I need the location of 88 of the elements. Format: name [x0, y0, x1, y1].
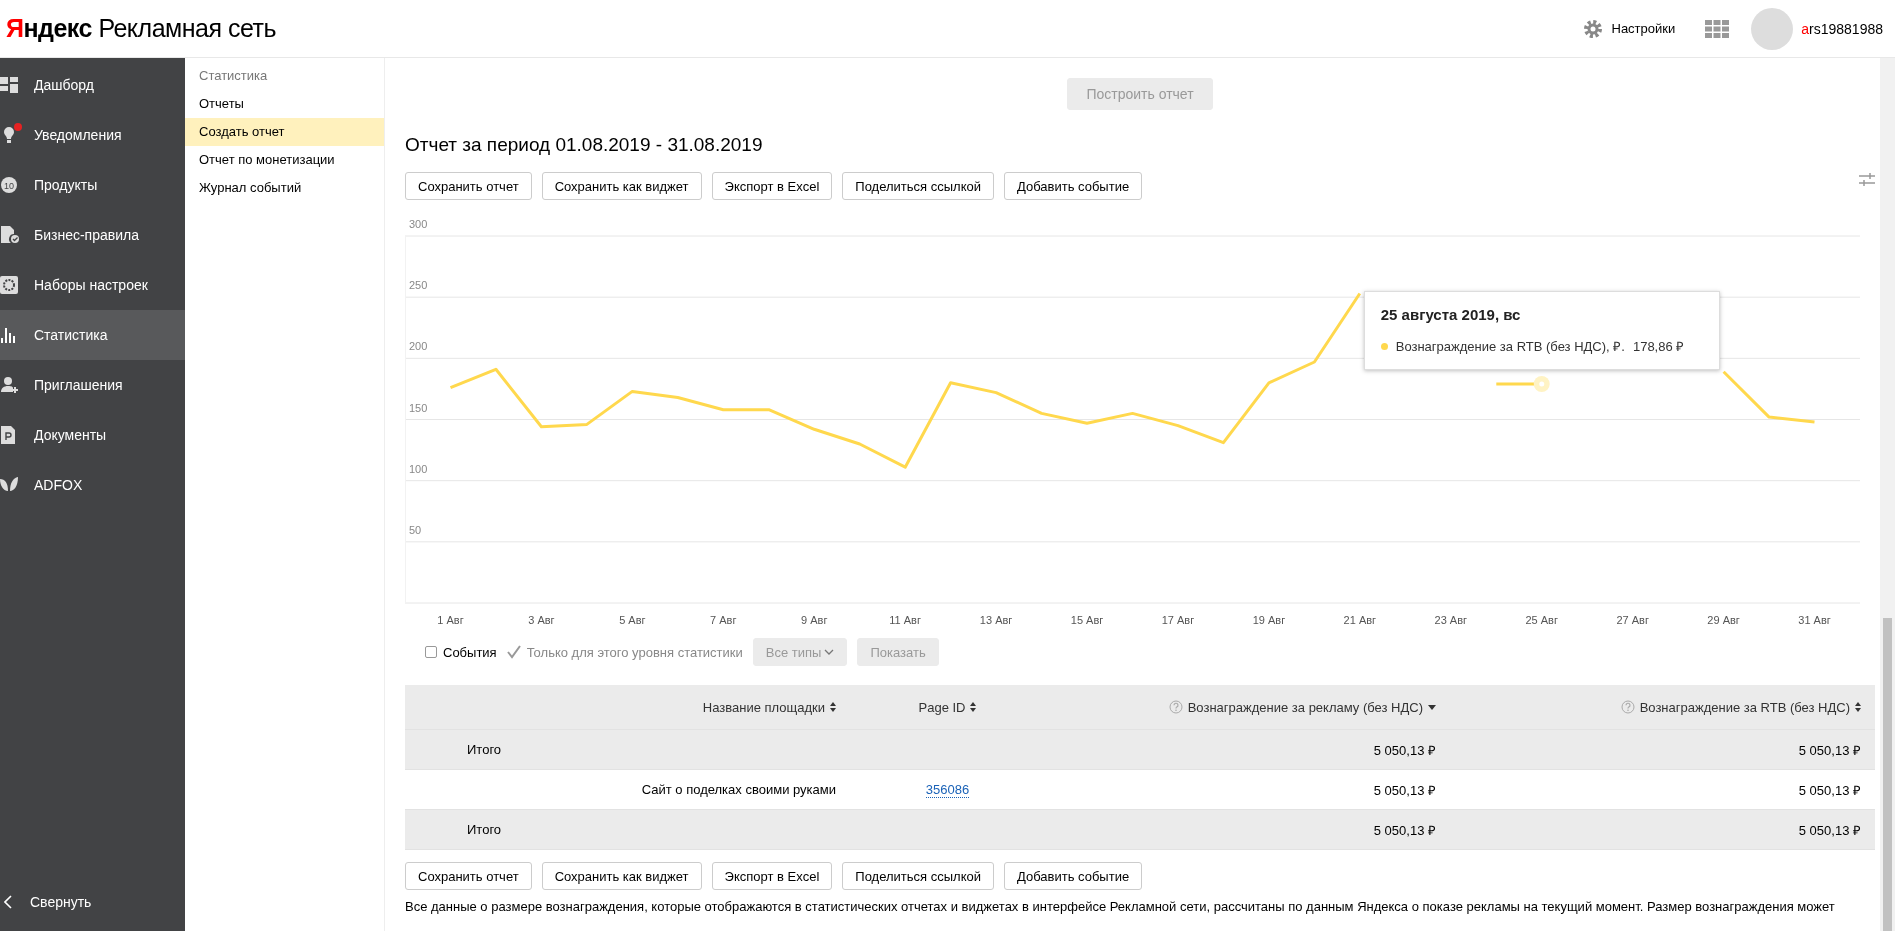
y-axis-label: 100 — [409, 462, 428, 475]
highlighted-point — [1533, 376, 1550, 392]
counter-icon: 10 — [0, 175, 20, 195]
x-axis-label: 3 Авг — [528, 614, 555, 626]
page-id-link[interactable]: 356086 — [925, 781, 970, 798]
help-icon[interactable] — [1620, 700, 1635, 714]
action-button[interactable]: Сохранить как виджет — [541, 862, 702, 890]
y-axis-label: 300 — [409, 218, 428, 230]
action-button[interactable]: Поделиться ссылкой — [842, 172, 994, 200]
x-axis-label: 9 Авг — [801, 614, 828, 626]
series-dot — [1380, 342, 1388, 350]
collapse-button[interactable]: Свернуть — [0, 877, 185, 927]
x-axis-label: 21 Авг — [1343, 614, 1377, 626]
x-axis-label: 19 Авг — [1252, 614, 1286, 626]
x-axis-label: 11 Авг — [889, 614, 921, 626]
submenu-item[interactable]: Отчеты — [185, 90, 384, 118]
column-header[interactable]: Page ID — [918, 699, 966, 715]
sidebar-item[interactable]: Уведомления — [0, 110, 185, 160]
sidebar-item[interactable]: 10 Продукты — [0, 160, 185, 210]
sidebar-item[interactable]: Статистика — [0, 310, 185, 360]
tooltip-value: 178,86 ₽ — [1632, 338, 1685, 355]
x-axis-label: 23 Авг — [1434, 614, 1467, 626]
settings-icon[interactable] — [1581, 17, 1604, 40]
sidebar-item[interactable]: Документы — [0, 410, 185, 460]
tooltip-series-label: Вознаграждение за RTB (без НДС), ₽. — [1395, 338, 1625, 355]
person-plus-icon — [0, 375, 20, 395]
table-cell-text: Итого — [466, 822, 503, 837]
tooltip-date: 25 августа 2019, вс — [1380, 306, 1522, 323]
table-cell-text: 5 050,13 ₽ — [1797, 781, 1862, 799]
submenu-item[interactable]: Отчет по монетизации — [185, 146, 384, 174]
sort-icon[interactable] — [970, 702, 977, 712]
sidebar-item[interactable]: Приглашения — [0, 360, 185, 410]
table-cell-text: 5 050,13 ₽ — [1797, 741, 1862, 759]
x-axis-label: 15 Авг — [1070, 614, 1104, 626]
submenu-title: Статистика — [198, 68, 269, 85]
checkbox[interactable] — [425, 646, 437, 658]
table-cell-text: Сайт о поделках своими руками — [640, 782, 837, 797]
y-axis-label: 50 — [409, 523, 422, 536]
x-axis-label: 7 Авг — [710, 614, 737, 626]
x-axis-label: 25 Авг — [1525, 614, 1558, 626]
y-axis-label: 150 — [409, 401, 428, 414]
sidebar-item[interactable]: Бизнес-правила — [0, 210, 185, 260]
x-axis-label: 29 Авг — [1707, 614, 1740, 626]
username[interactable]: ars19881988 — [1801, 20, 1883, 37]
table-cell-text: 5 050,13 ₽ — [1797, 821, 1862, 839]
scrollbar[interactable] — [1880, 58, 1895, 931]
action-button[interactable]: Экспорт в Excel — [711, 172, 833, 200]
checkbox-label[interactable]: События — [443, 644, 497, 660]
caret-down-icon — [824, 649, 835, 655]
action-button[interactable]: Сохранить отчет — [405, 172, 532, 200]
y-axis-label: 200 — [409, 340, 428, 353]
submenu-item[interactable]: Журнал событий — [185, 174, 384, 202]
column-header[interactable]: Вознаграждение за RTB (без НДС) — [1639, 699, 1850, 715]
sidebar-item[interactable]: Дашборд — [0, 60, 185, 110]
x-axis-label: 27 Авг — [1616, 614, 1649, 626]
y-axis-label: 250 — [409, 279, 428, 292]
x-axis-label: 13 Авг — [979, 614, 1013, 626]
sort-icon[interactable] — [1855, 702, 1861, 712]
table-cell-text: Итого — [466, 742, 503, 757]
table-cell-text: 5 050,13 ₽ — [1372, 821, 1437, 839]
dashboard-icon — [0, 75, 20, 95]
x-axis-label: 1 Авг — [437, 614, 464, 626]
action-button[interactable]: Добавить событие — [1004, 172, 1143, 200]
logo[interactable]: Яндекс Рекламная сеть — [6, 14, 276, 43]
sort-descending-icon[interactable] — [1428, 704, 1436, 710]
column-header[interactable]: Вознаграждение за рекламу (без НДС) — [1187, 699, 1423, 715]
chevron-left-icon — [4, 895, 12, 909]
sidebar-item[interactable]: Наборы настроек — [0, 260, 185, 310]
settings-link[interactable]: Настройки — [1611, 21, 1676, 36]
action-button[interactable]: Экспорт в Excel — [711, 862, 833, 890]
x-axis-label: 17 Авг — [1161, 614, 1195, 626]
action-button[interactable]: Поделиться ссылкой — [842, 862, 994, 890]
sidebar-item[interactable]: ADFOX — [0, 460, 185, 510]
table-cell-text: 5 050,13 ₽ — [1372, 781, 1437, 799]
report-title: Отчет за период 01.08.2019 - 31.08.2019 — [405, 134, 764, 157]
x-axis-label: 31 Авг — [1798, 614, 1831, 626]
apps-grid-icon[interactable] — [1705, 19, 1730, 38]
action-button[interactable]: Сохранить отчет — [405, 862, 532, 890]
sort-icon[interactable] — [830, 702, 836, 712]
action-button[interactable]: Добавить событие — [1004, 862, 1143, 890]
action-button[interactable]: Сохранить как виджет — [541, 172, 702, 200]
submenu-item[interactable]: Создать отчет — [185, 118, 384, 146]
table-cell-text: 5 050,13 ₽ — [1372, 741, 1437, 759]
x-axis-label: 5 Авг — [619, 614, 646, 626]
disclaimer-text: Все данные о размере вознаграждения, которые отображаются в статистических отчетах и виджетах в интерфейсе Рекламной сети, рассчитаны по данным Яндекса о показе рекламы на текущий момент. Размер вознаграждения может — [405, 899, 1836, 914]
column-header[interactable]: Название площадки — [702, 699, 825, 715]
sliders-icon[interactable] — [1859, 173, 1875, 187]
help-icon[interactable] — [1168, 700, 1183, 714]
